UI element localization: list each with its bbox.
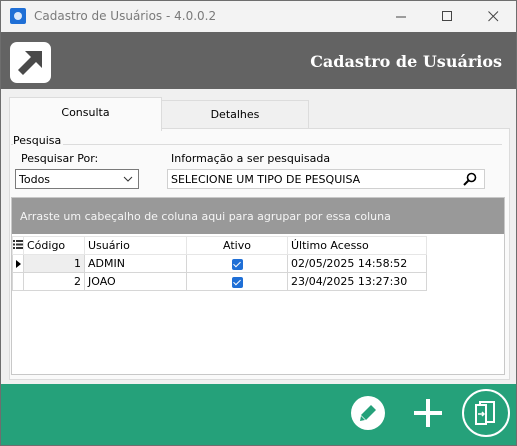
search-group-label: Pesquisa [13,134,64,147]
chevron-down-icon [123,176,133,182]
edit-button[interactable] [351,396,385,430]
users-grid: Arraste um cabeçalho de coluna aqui para… [11,197,505,375]
close-icon [487,11,498,22]
cell-codigo[interactable]: 2 [23,272,85,291]
window-title: Cadastro de Usuários - 4.0.0.2 [34,9,217,23]
group-by-hint: Arraste um cabeçalho de coluna aqui para… [20,210,391,223]
cell-usuario[interactable]: JOAO [84,272,187,291]
exit-icon [475,401,495,425]
column-chooser-icon [13,240,23,249]
column-header-ativo[interactable]: Ativo [186,236,288,255]
cell-ativo[interactable] [186,254,288,273]
column-header-ultimo-acesso[interactable]: Último Acesso [287,236,427,255]
close-button[interactable] [470,1,516,32]
maximize-icon [441,11,452,21]
arrow-logo-icon [18,51,42,75]
add-button[interactable] [409,394,447,432]
app-window: Cadastro de Usuários - 4.0.0.2 Cadastro … [0,0,517,446]
logo [10,42,51,83]
pencil-icon [360,405,376,421]
row-indicator [12,254,24,273]
minimize-icon [395,16,406,18]
header-banner: Cadastro de Usuários [1,32,516,89]
table-row[interactable]: 2 JOAO 23/04/2025 13:27:30 [12,272,427,291]
current-row-arrow-icon [15,260,21,268]
group-by-panel[interactable]: Arraste um cabeçalho de coluna aqui para… [12,198,504,234]
cell-usuario[interactable]: ADMIN [84,254,187,273]
row-indicator [12,272,24,291]
search-input[interactable]: SELECIONE UM TIPO DE PESQUISA [167,169,485,189]
exit-button[interactable] [462,389,510,437]
footer-toolbar [1,384,516,445]
column-header-codigo[interactable]: Código [23,236,85,255]
cell-ultimo-acesso[interactable]: 02/05/2025 14:58:52 [287,254,427,273]
tab-detalhes[interactable]: Detalhes [161,100,309,129]
search-type-select[interactable]: Todos [15,169,139,189]
search-input-value: SELECIONE UM TIPO DE PESQUISA [171,173,361,186]
cell-codigo[interactable]: 1 [23,254,85,273]
minimize-button[interactable] [378,1,424,32]
users-table: Código Usuário Ativo Último Acesso 1 ADM… [12,236,427,291]
column-header-usuario[interactable]: Usuário [84,236,187,255]
table-row[interactable]: 1 ADMIN 02/05/2025 14:58:52 [12,254,427,273]
ativo-checkbox[interactable] [231,258,243,270]
ativo-checkbox[interactable] [231,276,243,288]
search-icon[interactable] [463,172,477,186]
search-type-value: Todos [19,173,51,186]
plus-icon [414,399,442,427]
column-chooser[interactable] [12,236,24,255]
cell-ativo[interactable] [186,272,288,291]
search-info-label: Informação a ser pesquisada [171,152,331,165]
tab-consulta[interactable]: Consulta [9,97,162,131]
maximize-button[interactable] [424,1,470,32]
search-type-label: Pesquisar Por: [21,152,99,165]
cell-ultimo-acesso[interactable]: 23/04/2025 13:27:30 [287,272,427,291]
title-bar: Cadastro de Usuários - 4.0.0.2 [1,1,516,32]
banner-title: Cadastro de Usuários [310,52,502,71]
table-header-row: Código Usuário Ativo Último Acesso [12,236,427,255]
app-icon [10,8,26,24]
